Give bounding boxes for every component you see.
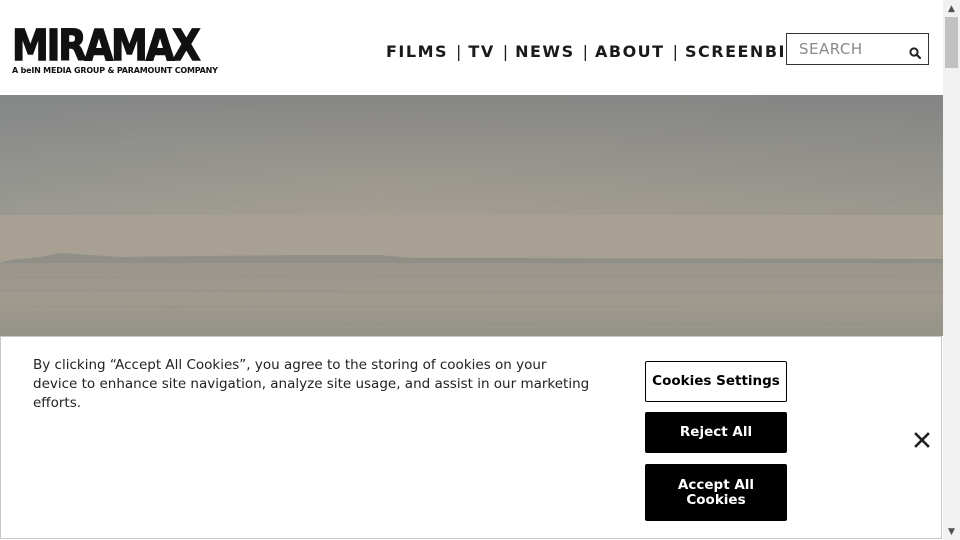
nav-item-tv[interactable]: TV <box>468 42 494 61</box>
scroll-up-arrow-icon[interactable]: ▲ <box>943 0 960 17</box>
nav-item-about[interactable]: ABOUT <box>595 42 665 61</box>
search-input[interactable] <box>787 34 909 64</box>
logo-tagline: A beIN MEDIA GROUP & PARAMOUNT COMPANY <box>12 66 218 75</box>
search-icon[interactable] <box>909 44 922 60</box>
cookies-settings-button[interactable]: Cookies Settings <box>645 361 787 402</box>
logo-wordmark: MIRAMAX <box>11 21 201 71</box>
nav-separator: | <box>456 41 462 61</box>
nav-separator: | <box>672 41 678 61</box>
nav-separator: | <box>582 41 588 61</box>
nav-item-films[interactable]: FILMS <box>386 42 448 61</box>
search-box <box>786 33 929 65</box>
close-icon[interactable] <box>910 428 934 452</box>
cookie-banner: By clicking “Accept All Cookies”, you ag… <box>0 336 942 539</box>
accept-all-cookies-button[interactable]: Accept All Cookies <box>645 464 787 521</box>
hero-image <box>0 95 943 336</box>
vertical-scrollbar[interactable]: ▲ ▼ <box>943 0 960 540</box>
site-header: MIRAMAX A beIN MEDIA GROUP & PARAMOUNT C… <box>0 0 943 95</box>
main-nav: FILMS | TV | NEWS | ABOUT | SCREENBID <box>386 40 801 62</box>
cookie-policy-text: By clicking “Accept All Cookies”, you ag… <box>33 357 590 411</box>
nav-item-news[interactable]: NEWS <box>515 42 575 61</box>
scrollbar-thumb[interactable] <box>945 17 958 68</box>
nav-separator: | <box>502 41 509 61</box>
reject-all-button[interactable]: Reject All <box>645 412 787 453</box>
miramax-logo[interactable]: MIRAMAX A beIN MEDIA GROUP & PARAMOUNT C… <box>11 21 218 75</box>
scroll-down-arrow-icon[interactable]: ▼ <box>943 523 960 540</box>
misty-sea-landscape <box>0 95 943 336</box>
nav-item-screenbid[interactable]: SCREENBID <box>685 42 801 61</box>
